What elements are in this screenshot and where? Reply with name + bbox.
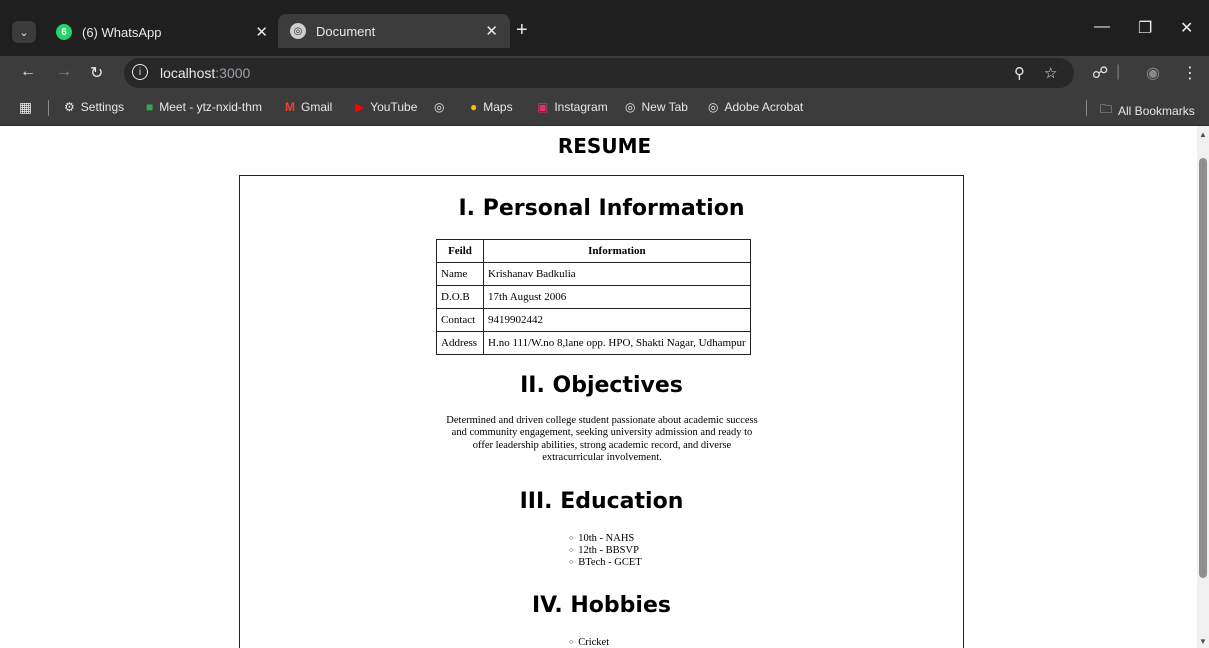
- tab-strip: ⌄ 6 (6) WhatsApp ✕ ◎ Document ✕ + — ❐ ✕: [0, 0, 1209, 56]
- tab-whatsapp[interactable]: 6 (6) WhatsApp ✕: [44, 16, 280, 48]
- url-text: localhost:3000: [160, 65, 251, 81]
- globe-icon: ◎: [434, 100, 445, 114]
- page-viewport: RESUME I. Personal Information Feild Inf…: [0, 126, 1197, 648]
- meet-icon: ■: [146, 100, 154, 114]
- bookmark-youtube[interactable]: ▶ YouTube: [355, 100, 417, 114]
- profile-icon[interactable]: ◉: [1146, 63, 1160, 83]
- bookmark-gmail[interactable]: M Gmail: [285, 100, 332, 114]
- resume-container: I. Personal Information Feild Informatio…: [239, 175, 964, 648]
- hobbies-list: Cricket: [569, 637, 609, 648]
- field-cell: Address: [436, 331, 484, 355]
- bookmark-maps[interactable]: ● Maps: [470, 100, 513, 114]
- all-bookmarks-button[interactable]: 🗀 All Bookmarks: [1100, 100, 1195, 121]
- folder-icon: 🗀: [1100, 102, 1113, 116]
- objective-text: Determined and driven college student pa…: [426, 415, 778, 465]
- close-window-icon[interactable]: ✕: [1180, 18, 1193, 38]
- table-row: Address H.no 111/W.no 8,lane opp. HPO, S…: [436, 331, 751, 355]
- objective-line: Determined and driven college student pa…: [446, 415, 758, 426]
- page-title: RESUME: [557, 134, 652, 158]
- value-cell: 9419902442: [483, 308, 751, 332]
- bookmark-globe[interactable]: ◎: [434, 100, 450, 114]
- scroll-down-arrow-icon[interactable]: ▼: [1199, 637, 1207, 646]
- list-item: BTech - GCET: [569, 557, 641, 569]
- field-cell: Contact: [436, 308, 484, 332]
- table-header-row: Feild Information: [436, 239, 751, 263]
- objective-line: extracurricular involvement.: [542, 452, 662, 464]
- site-info-icon[interactable]: i: [132, 64, 148, 80]
- toolbar-separator: |: [1116, 63, 1121, 80]
- minimize-icon[interactable]: —: [1094, 18, 1110, 36]
- address-bar[interactable]: i localhost:3000 ⚲ ☆: [124, 58, 1074, 88]
- globe-icon: ◎: [625, 100, 636, 114]
- value-cell: 17th August 2006: [483, 285, 751, 309]
- bookmark-adobe-acrobat[interactable]: ◎ Adobe Acrobat: [708, 100, 803, 114]
- globe-icon: ◎: [290, 23, 306, 39]
- field-cell: D.O.B: [436, 285, 484, 309]
- browser-toolbar: ← → ↻ i localhost:3000 ⚲ ☆ ☍ | ◉ ⋮: [0, 56, 1209, 90]
- objectives-heading: II. Objectives: [520, 373, 683, 398]
- personal-info-heading: I. Personal Information: [458, 196, 745, 221]
- bookmark-settings[interactable]: ⚙ Settings: [64, 100, 124, 114]
- scrollbar-thumb[interactable]: [1199, 158, 1207, 578]
- table-row: D.O.B 17th August 2006: [436, 285, 751, 309]
- scroll-up-arrow-icon[interactable]: ▲: [1199, 130, 1207, 139]
- tab-search-button[interactable]: ⌄: [12, 21, 36, 43]
- bookmark-new-tab[interactable]: ◎ New Tab: [625, 100, 688, 114]
- column-header: Information: [483, 239, 751, 263]
- field-cell: Name: [436, 262, 484, 286]
- tab-document[interactable]: ◎ Document ✕: [278, 14, 510, 48]
- youtube-icon: ▶: [355, 100, 365, 114]
- globe-icon: ◎: [708, 100, 719, 114]
- list-item: Cricket: [569, 637, 609, 648]
- tab-title: (6) WhatsApp: [82, 24, 162, 40]
- back-icon[interactable]: ←: [20, 63, 36, 81]
- menu-icon[interactable]: ⋮: [1182, 63, 1198, 83]
- objective-line: offer leadership abilities, strong acade…: [472, 439, 732, 451]
- table-row: Name Krishanav Badkulia: [436, 262, 751, 286]
- tab-title: Document: [316, 23, 376, 39]
- restore-icon[interactable]: ❐: [1138, 18, 1152, 38]
- bookmark-star-icon[interactable]: ☆: [1044, 64, 1057, 82]
- close-icon[interactable]: ✕: [255, 23, 268, 41]
- personal-info-table: Feild Information Name Krishanav Badkuli…: [436, 239, 751, 355]
- value-cell: Krishanav Badkulia: [483, 262, 751, 286]
- reload-icon[interactable]: ↻: [90, 63, 103, 83]
- bookmark-separator: [48, 100, 49, 116]
- new-tab-button[interactable]: +: [516, 20, 528, 40]
- gmail-icon: M: [285, 100, 295, 114]
- bookmark-instagram[interactable]: ▣ Instagram: [537, 100, 608, 114]
- zoom-icon[interactable]: ⚲: [1014, 64, 1025, 82]
- page-scrollbar[interactable]: ▲ ▼: [1197, 126, 1209, 648]
- maps-icon: ●: [470, 100, 478, 114]
- hobbies-heading: IV. Hobbies: [532, 593, 671, 618]
- table-row: Contact 9419902442: [436, 308, 751, 332]
- close-icon[interactable]: ✕: [485, 22, 498, 40]
- list-item: 12th - BBSVP: [569, 545, 642, 557]
- column-header: Feild: [436, 239, 484, 263]
- extensions-icon[interactable]: ☍: [1092, 63, 1108, 83]
- bookmark-meet[interactable]: ■ Meet - ytz-nxid-thm: [146, 100, 262, 114]
- whatsapp-icon: 6: [56, 24, 72, 40]
- bookmarks-bar: ▦ ⚙ Settings ■ Meet - ytz-nxid-thm M Gmail …: [0, 90, 1209, 126]
- bookmark-separator: [1086, 100, 1087, 116]
- education-list: 10th - NAHS 12th - BBSVP BTech - GCET: [569, 533, 642, 569]
- forward-icon[interactable]: →: [56, 63, 72, 81]
- gear-icon: ⚙: [64, 100, 75, 114]
- education-heading: III. Education: [519, 489, 684, 514]
- objective-line: and community engagement, seeking univer…: [451, 427, 753, 439]
- value-cell: H.no 111/W.no 8,lane opp. HPO, Shakti Na…: [483, 331, 751, 355]
- list-item: 10th - NAHS: [569, 533, 642, 545]
- instagram-icon: ▣: [537, 100, 549, 114]
- apps-grid-icon[interactable]: ▦: [19, 99, 32, 116]
- chevron-down-icon: ⌄: [19, 26, 29, 39]
